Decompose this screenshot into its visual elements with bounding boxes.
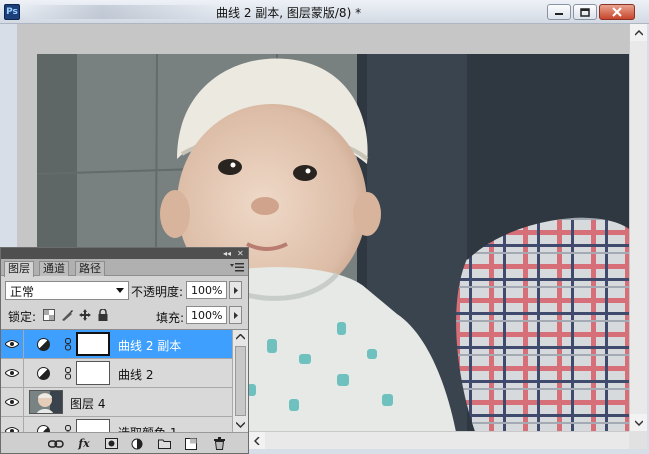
panel-menu-icon[interactable] — [230, 263, 244, 272]
curves-adjustment-icon — [37, 338, 50, 351]
fx-icon: fx — [78, 437, 90, 450]
chevron-right-icon — [233, 311, 238, 319]
lock-position-icon[interactable] — [79, 309, 91, 321]
layer-thumbnail-image[interactable] — [29, 390, 63, 414]
panel-tabs: 图层 通道 路径 — [1, 259, 248, 277]
lock-pixels-icon[interactable] — [61, 309, 73, 321]
layer-row-selective-color-1[interactable]: 选取颜色 1 — [1, 417, 232, 432]
blend-row: 正常 不透明度: 100% — [1, 277, 248, 303]
layers-panel: ◂◂ ✕ 图层 通道 路径 正常 不透明度: 100% 锁定: 填充: 100%… — [0, 247, 249, 454]
layers-list: 曲线 2 副本 曲线 2 图层 4 — [1, 329, 248, 432]
visibility-toggle[interactable] — [1, 388, 24, 416]
dropdown-arrow-icon — [116, 288, 124, 293]
blend-mode-value: 正常 — [10, 285, 35, 299]
layers-bottom-toolbar: fx — [1, 432, 248, 453]
add-mask-button[interactable] — [103, 436, 119, 451]
tab-paths[interactable]: 路径 — [75, 261, 105, 276]
opacity-field[interactable]: 100% — [186, 281, 227, 299]
link-icon[interactable] — [65, 338, 71, 351]
resize-grip[interactable] — [629, 431, 647, 449]
restore-icon — [580, 7, 590, 17]
layer-row-curves-2[interactable]: 曲线 2 — [1, 359, 232, 388]
opacity-slider-button[interactable] — [229, 281, 242, 299]
close-icon — [612, 7, 622, 17]
curves-adjustment-icon — [37, 367, 50, 380]
panel-header-bar[interactable]: ◂◂ ✕ — [1, 248, 248, 259]
lock-all-icon[interactable] — [97, 309, 109, 321]
collapse-panel-icon[interactable]: ◂◂ — [223, 249, 231, 258]
fill-label: 填充: — [156, 311, 185, 325]
fx-button[interactable]: fx — [75, 436, 93, 451]
visibility-toggle[interactable] — [1, 417, 24, 432]
new-layer-button[interactable] — [183, 436, 199, 451]
selective-color-adjustment-icon — [37, 425, 50, 432]
chevron-down-icon — [634, 419, 643, 426]
lock-label: 锁定: — [8, 310, 37, 324]
opacity-label: 不透明度: — [131, 285, 184, 299]
adjustment-icon — [131, 438, 143, 449]
scroll-up-button[interactable] — [630, 24, 647, 41]
link-icon — [48, 439, 64, 448]
trash-icon — [213, 437, 225, 450]
close-button[interactable] — [599, 4, 635, 20]
new-group-button[interactable] — [156, 436, 172, 451]
scroll-thumb[interactable] — [235, 346, 246, 416]
visibility-toggle[interactable] — [1, 330, 24, 358]
minimize-button[interactable] — [547, 4, 571, 20]
title-bar[interactable]: Ps 曲线 2 副本, 图层蒙版/8) * — [0, 0, 649, 24]
lock-row: 锁定: 填充: 100% — [1, 303, 248, 328]
layer-name: 选取颜色 1 — [118, 424, 177, 432]
new-layer-icon — [185, 437, 197, 450]
chevron-down-icon[interactable] — [236, 422, 245, 428]
layers-scrollbar[interactable] — [232, 330, 248, 432]
link-layers-button[interactable] — [47, 436, 65, 451]
vertical-scrollbar[interactable] — [629, 24, 647, 431]
scroll-down-button[interactable] — [630, 414, 647, 431]
eye-icon — [5, 369, 19, 377]
chevron-up-icon[interactable] — [236, 334, 245, 340]
photoshop-app-icon: Ps — [4, 4, 20, 20]
scroll-left-button[interactable] — [248, 432, 265, 449]
tab-channels[interactable]: 通道 — [39, 261, 69, 276]
layer-mask-thumbnail[interactable] — [76, 361, 110, 385]
delete-layer-button[interactable] — [211, 436, 227, 451]
chevron-up-icon — [634, 29, 643, 36]
eye-icon — [5, 398, 19, 406]
lock-transparency-icon[interactable] — [43, 309, 55, 321]
blend-mode-select[interactable]: 正常 — [5, 281, 129, 300]
layer-mask-thumbnail[interactable] — [76, 419, 110, 432]
baby-thumbnail-icon — [30, 391, 62, 413]
tab-layers[interactable]: 图层 — [4, 261, 34, 277]
layer-name: 图层 4 — [70, 397, 106, 411]
horizontal-scrollbar[interactable] — [248, 431, 647, 449]
chevron-right-icon — [233, 286, 238, 294]
minimize-icon — [555, 13, 563, 15]
eye-icon — [5, 340, 19, 348]
document-window: Ps 曲线 2 副本, 图层蒙版/8) * ◂◂ ✕ 图层 通道 路径 正常 不… — [0, 0, 649, 454]
new-adjustment-button[interactable] — [129, 436, 145, 451]
layer-mask-thumbnail[interactable] — [76, 332, 110, 356]
fill-field[interactable]: 100% — [186, 306, 227, 324]
layer-name: 曲线 2 — [118, 368, 154, 382]
link-icon[interactable] — [65, 425, 71, 432]
link-icon[interactable] — [65, 367, 71, 380]
mask-icon — [104, 438, 118, 449]
title-obscured-area — [26, 5, 216, 19]
group-icon — [157, 439, 171, 449]
layer-row-layer-4[interactable]: 图层 4 — [1, 388, 232, 417]
layer-name: 曲线 2 副本 — [118, 339, 182, 353]
chevron-left-icon — [253, 436, 260, 445]
restore-button[interactable] — [573, 4, 597, 20]
close-panel-icon[interactable]: ✕ — [237, 249, 244, 258]
visibility-toggle[interactable] — [1, 359, 24, 387]
fill-slider-button[interactable] — [229, 306, 242, 324]
document-title: 曲线 2 副本, 图层蒙版/8) * — [216, 6, 362, 20]
layer-row-curves-2-copy[interactable]: 曲线 2 副本 — [1, 330, 232, 359]
